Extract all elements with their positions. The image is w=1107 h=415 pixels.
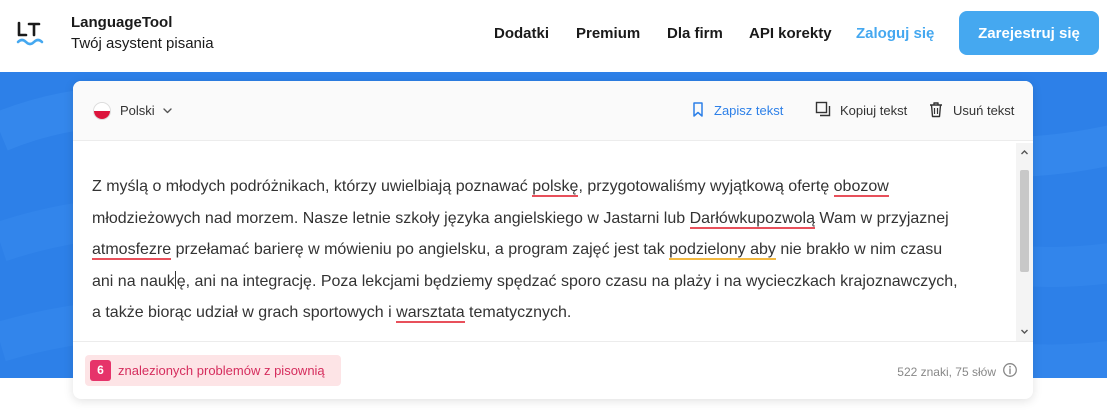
text-segment: Z myślą o młodych podróżnikach, którzy u… — [92, 178, 533, 195]
issue-count-label: znalezionych problemów z pisownią — [118, 363, 325, 378]
text-line[interactable]: Z myślą o młodych podróżnikach, którzy u… — [92, 171, 1012, 203]
nav-dla-firm[interactable]: Dla firm — [667, 25, 723, 42]
editor-toolbar: Polski Zapisz tekst Kopiuj tekst Usuń te… — [73, 81, 1033, 141]
signup-button[interactable]: Zarejestruj się — [959, 11, 1099, 55]
text-segment: tematycznych. — [464, 304, 572, 321]
text-segment: ę, ani na integrację. Poza lekcjami będz… — [176, 272, 958, 290]
delete-text-button[interactable]: Usuń tekst — [953, 103, 1014, 118]
text-caret — [174, 270, 176, 289]
language-selector[interactable]: Polski — [120, 103, 155, 118]
text-line[interactable]: młodzieżowych nad morzem. Nasze letnie s… — [92, 203, 1012, 235]
text-line[interactable]: atmosfezre przełamać barierę w mówieniu … — [92, 234, 1012, 266]
text-line[interactable]: a także biorąc udział w grach sportowych… — [92, 297, 1012, 329]
spelling-error-highlight[interactable]: obozow — [833, 178, 889, 197]
text-segment: a także biorąc udział w grach sportowych… — [92, 304, 397, 321]
text-editor[interactable]: Z myślą o młodych podróżnikach, którzy u… — [92, 171, 1012, 329]
editor-status-bar: 6 znalezionych problemów z pisownią 522 … — [73, 341, 1033, 399]
nav-dodatki[interactable]: Dodatki — [494, 25, 549, 42]
scrollbar-thumb[interactable] — [1020, 170, 1029, 272]
spelling-error-highlight[interactable]: atmosfezre — [92, 241, 172, 260]
spelling-error-highlight[interactable]: polskę — [532, 178, 579, 197]
site-header: LanguageTool Twój asystent pisania Dodat… — [0, 0, 1107, 72]
spelling-error-highlight[interactable]: Darłówkupozwolą — [689, 209, 815, 229]
poland-flag-icon[interactable] — [93, 102, 111, 120]
text-line[interactable]: ani na nauk ę, ani na integrację. Poza le… — [92, 266, 1012, 298]
login-link[interactable]: Zaloguj się — [856, 25, 934, 42]
text-segment: młodzieżowych nad morzem. Nasze letnie s… — [92, 209, 690, 227]
text-segment: , przygotowaliśmy wyjątkową ofertę — [578, 178, 834, 195]
editor-scrollbar[interactable] — [1016, 143, 1033, 341]
languagetool-logo-icon[interactable] — [16, 21, 46, 49]
text-segment: ani na nauk — [92, 272, 175, 290]
text-segment: Wam w przyjaznej — [814, 209, 949, 227]
scroll-down-icon[interactable] — [1019, 326, 1030, 337]
info-icon[interactable] — [1002, 362, 1018, 378]
spelling-error-highlight[interactable]: warsztata — [396, 304, 465, 323]
issue-count-badge: 6 — [90, 360, 111, 381]
text-stats: 522 znaki, 75 słów — [897, 365, 996, 379]
grammar-warning-highlight[interactable]: podzielony aby — [669, 241, 776, 260]
text-segment: przełamać barierę w mówieniu po angielsk… — [171, 241, 670, 258]
nav-premium[interactable]: Premium — [576, 25, 640, 42]
copy-text-button[interactable]: Kopiuj tekst — [840, 103, 907, 118]
bookmark-icon[interactable] — [690, 101, 706, 118]
issues-summary-button[interactable]: 6 znalezionych problemów z pisownią — [85, 355, 341, 386]
chevron-down-icon[interactable] — [162, 105, 173, 116]
brand-name: LanguageTool — [71, 14, 173, 31]
scroll-up-icon[interactable] — [1019, 147, 1030, 158]
save-text-button[interactable]: Zapisz tekst — [714, 103, 783, 118]
nav-api-korekty[interactable]: API korekty — [749, 25, 832, 42]
text-segment: nie brakło w nim czasu — [775, 241, 943, 258]
copy-icon[interactable] — [815, 101, 831, 118]
editor-card: Polski Zapisz tekst Kopiuj tekst Usuń te… — [73, 81, 1033, 399]
brand-tagline: Twój asystent pisania — [71, 35, 214, 52]
trash-icon[interactable] — [928, 101, 944, 118]
